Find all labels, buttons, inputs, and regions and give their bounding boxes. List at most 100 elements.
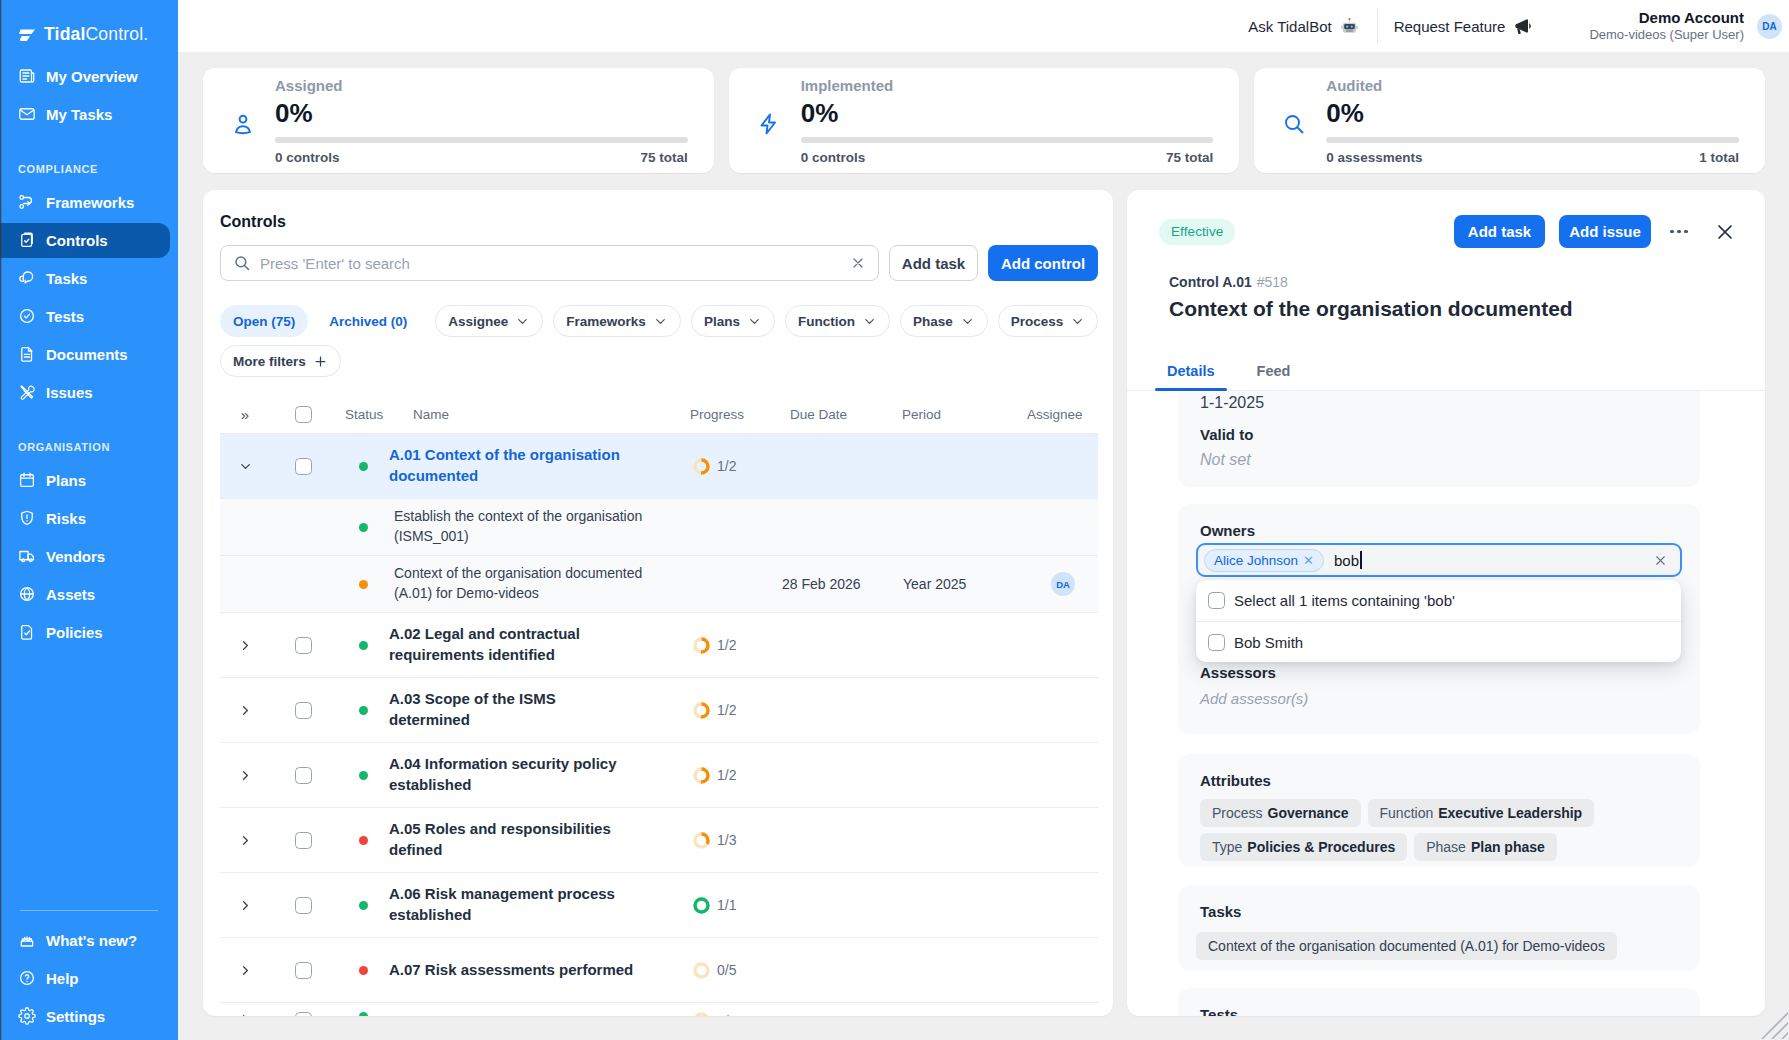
ask-tidalbot-button[interactable]: Ask TidalBot [1248,17,1358,36]
option-checkbox[interactable] [1208,634,1225,651]
tab-feed[interactable]: Feed [1245,363,1303,390]
stat-foot: 0 assessments 1 total [1326,150,1739,165]
control-name[interactable]: Context of the organisation documented (… [389,564,690,604]
resize-grip-icon[interactable] [1732,1009,1788,1039]
row-checkbox[interactable] [295,702,312,719]
topbar-right: Ask TidalBot Request Feature [1248,9,1789,44]
sidebar-item-policies[interactable]: Policies [0,613,178,651]
control-row[interactable]: A.05 Roles and responsibilities defined … [220,807,1098,872]
row-checkbox[interactable] [295,962,312,979]
sidebar-item-my-tasks[interactable]: My Tasks [0,95,178,133]
expand-row-icon[interactable] [238,898,253,913]
control-name[interactable]: Establish the context of the organisatio… [389,507,690,547]
control-name[interactable]: A.06 Risk management process established [389,884,690,925]
filter-open[interactable]: Open (75) [220,305,308,337]
control-name[interactable]: A.03 Scope of the ISMS determined [389,689,690,730]
more-options-icon[interactable] [1665,215,1693,248]
filter-function[interactable]: Function [785,305,890,337]
control-row[interactable]: A.08 Risk treatment plan defined 0/2 [220,1002,1098,1016]
attribute-pill-row: Process Governance Function Executive Le… [1200,799,1682,827]
header-checkbox-cell [270,406,322,423]
assessors-placeholder[interactable]: Add assessor(s) [1200,690,1682,707]
filter-phase[interactable]: Phase [900,305,988,337]
sidebar-item-assets[interactable]: Assets [0,575,178,613]
close-icon[interactable] [1713,220,1737,244]
task-pill[interactable]: Context of the organisation documented (… [1196,932,1617,960]
add-task-button[interactable]: Add task [889,245,978,281]
account-avatar[interactable]: DA [1757,14,1782,39]
filter-plans[interactable]: Plans [691,305,775,337]
row-checkbox[interactable] [295,1012,312,1016]
sidebar-item-risks[interactable]: Risks [0,499,178,537]
expand-row-icon[interactable] [238,963,253,978]
sidebar-item-frameworks[interactable]: Frameworks [0,183,178,221]
control-row[interactable]: A.07 Risk assessments performed 0/5 [220,937,1098,1002]
control-row[interactable]: A.01 Context of the organisation documen… [220,433,1098,498]
control-row[interactable]: A.06 Risk management process established… [220,872,1098,937]
control-name[interactable]: A.08 Risk treatment plan defined [389,1012,690,1016]
tab-details[interactable]: Details [1155,363,1227,390]
owner-tag-alice[interactable]: Alice Johnson ✕ [1204,549,1324,572]
detail-scroll-area[interactable]: 1-1-2025 Valid to Not set Owners Alice J… [1127,391,1765,1016]
sidebar-item-whats-new[interactable]: What's new? [0,921,178,959]
select-all-option-checkbox[interactable] [1208,592,1225,609]
sidebar-item-label: Frameworks [46,194,134,211]
filter-archived[interactable]: Archived (0) [318,305,418,337]
status-dot-green [359,1012,368,1016]
control-subtask-row[interactable]: Establish the context of the organisatio… [220,498,1098,555]
expand-row-icon[interactable] [238,638,253,653]
control-subtask-row[interactable]: Context of the organisation documented (… [220,555,1098,612]
row-checkbox[interactable] [295,897,312,914]
sidebar-item-tests[interactable]: Tests [0,297,178,335]
sidebar-item-controls[interactable]: Controls [0,221,178,259]
control-name[interactable]: A.02 Legal and contractual requirements … [389,624,690,665]
control-name[interactable]: A.04 Information security policy establi… [389,754,690,795]
expand-row-icon[interactable] [238,703,253,718]
detail-add-issue-button[interactable]: Add issue [1559,215,1651,248]
add-control-button[interactable]: Add control [988,245,1098,281]
filter-process[interactable]: Process [998,305,1099,337]
search-clear-icon[interactable] [850,255,866,271]
sidebar-item-vendors[interactable]: Vendors [0,537,178,575]
control-name[interactable]: A.07 Risk assessments performed [389,960,690,981]
owners-input[interactable]: Alice Johnson ✕ bob [1196,543,1682,577]
select-all-checkbox[interactable] [295,406,312,423]
sidebar-item-tasks[interactable]: Tasks [0,259,178,297]
assignee-avatar[interactable]: DA [1051,572,1075,596]
detail-add-task-button[interactable]: Add task [1454,215,1545,248]
request-feature-button[interactable]: Request Feature [1394,16,1534,36]
filter-assignee[interactable]: Assignee [435,305,543,337]
sidebar-item-my-overview[interactable]: My Overview [0,57,178,95]
row-checkbox[interactable] [295,637,312,654]
more-filters-button[interactable]: More filters [220,345,341,377]
controls-search-input[interactable]: Press 'Enter' to search [220,245,879,281]
collapse-row-icon[interactable] [238,459,253,474]
remove-owner-icon[interactable]: ✕ [1303,553,1314,568]
control-row[interactable]: A.04 Information security policy establi… [220,742,1098,807]
row-checkbox[interactable] [295,767,312,784]
control-row[interactable]: A.03 Scope of the ISMS determined 1/2 [220,677,1098,742]
expand-row-icon[interactable] [238,1012,253,1016]
control-name[interactable]: A.05 Roles and responsibilities defined [389,819,690,860]
expand-row-icon[interactable] [238,833,253,848]
sidebar-item-documents[interactable]: Documents [0,335,178,373]
dropdown-select-all[interactable]: Select all 1 items containing 'bob' [1196,580,1681,621]
expand-all-icon[interactable]: » [241,406,249,423]
sidebar-item-plans[interactable]: Plans [0,461,178,499]
filter-frameworks[interactable]: Frameworks [553,305,681,337]
expand-row-icon[interactable] [238,768,253,783]
dot [1670,230,1674,234]
control-name[interactable]: A.01 Context of the organisation documen… [389,445,690,486]
sidebar-item-issues[interactable]: Issues [0,373,178,411]
control-row[interactable]: A.02 Legal and contractual requirements … [220,612,1098,677]
status-dot-green [359,771,368,780]
owners-clear-icon[interactable] [1653,553,1668,568]
dropdown-option-bob-smith[interactable]: Bob Smith [1196,621,1681,662]
sidebar-section-compliance: COMPLIANCE [0,163,178,175]
account-info[interactable]: Demo Account Demo-videos (Super User) [1589,9,1744,44]
row-checkbox[interactable] [295,458,312,475]
row-checkbox[interactable] [295,832,312,849]
sidebar-item-help[interactable]: Help [0,959,178,997]
control-number: #518 [1257,274,1288,290]
sidebar-item-settings[interactable]: Settings [0,997,178,1035]
